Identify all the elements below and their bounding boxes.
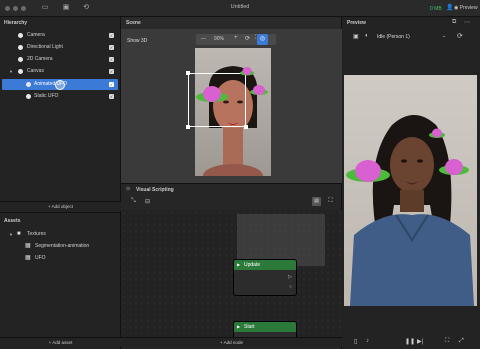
mobile-device-icon[interactable]: ▯ — [354, 338, 357, 345]
node-play-icon: ▶ — [237, 262, 241, 267]
resize-handle[interactable] — [244, 125, 248, 129]
reset-view-icon[interactable]: ⟳ — [245, 35, 250, 42]
resize-handle[interactable] — [186, 71, 190, 75]
camera-preview — [344, 75, 477, 306]
camera-icon — [18, 57, 23, 62]
visibility-checkbox[interactable]: ✓ — [109, 82, 114, 87]
person-video-icon[interactable]: ◐ — [365, 33, 369, 39]
size-status: 0 MB — [430, 6, 442, 12]
ufo-sprite-tiny — [240, 67, 254, 76]
visibility-checkbox[interactable]: ✓ — [109, 69, 114, 74]
asset-item-label: Textures — [27, 231, 46, 237]
visual-scripting-panel: ⊙ Visual Scripting ⤡ ⊟ ▤ ⛶ Update ▶ ▷ ○ … — [121, 183, 342, 349]
texture-icon: ▦ — [25, 243, 31, 249]
popout-icon[interactable]: ⧉ — [452, 19, 456, 26]
hierarchy-item-label: 2D Camera — [27, 56, 53, 62]
start-node-header: Start — [234, 322, 296, 332]
hierarchy-item-label: Canvas — [27, 68, 44, 74]
person-icon[interactable]: 👤 — [446, 4, 453, 11]
device-icon[interactable]: ▣ — [353, 33, 359, 40]
chevron-down-icon[interactable]: ⌄ — [442, 33, 446, 39]
pause-icon[interactable]: ❚❚ — [405, 338, 415, 345]
ufo-overlay-medium — [439, 159, 469, 175]
hierarchy-item-camera[interactable]: Camera ✓ — [2, 30, 118, 41]
image-icon — [26, 94, 31, 99]
scene-title: Scene — [126, 20, 141, 26]
ufo-overlay-small — [429, 128, 445, 138]
more-icon[interactable]: ⋯ — [464, 19, 470, 26]
resize-handle[interactable] — [186, 125, 190, 129]
preview-effect-select[interactable]: Idle (Person 1) — [377, 34, 410, 40]
visibility-checkbox[interactable]: ✓ — [109, 94, 114, 99]
hierarchy-item-animated-ufo[interactable]: Animated UFO ✓ — [2, 79, 118, 90]
expand-icon[interactable]: ⛶ — [326, 197, 335, 206]
cursor-indicator — [55, 80, 65, 90]
step-forward-icon[interactable]: ▶| — [417, 338, 423, 345]
assets-title: Assets — [4, 218, 21, 224]
preview-toolbar-button[interactable]: ◉ Preview — [454, 5, 478, 11]
hierarchy-item-directional-light[interactable]: Directional Light ✓ — [2, 42, 118, 53]
visual-scripting-title: Visual Scripting — [136, 187, 174, 193]
node-play-icon: ▶ — [237, 324, 241, 329]
chevron-down-icon[interactable]: ▼ — [9, 229, 13, 240]
asset-item-label: Segmentation-animation — [35, 243, 90, 249]
light-icon — [18, 45, 23, 50]
add-node-button[interactable]: + Add node — [121, 337, 342, 347]
hierarchy-panel: Hierarchy Camera ✓ Directional Light ✓ 2… — [0, 17, 121, 212]
title-bar: ▭ ▣ ⟲ Untitled 0 MB 👤 ◉ Preview — [0, 0, 480, 17]
visibility-checkbox[interactable]: ✓ — [109, 33, 114, 38]
zoom-in-button[interactable]: + — [234, 35, 238, 41]
ufo-sprite-small — [250, 85, 268, 95]
hierarchy-item-canvas[interactable]: ▼ Canvas ✓ — [2, 66, 118, 77]
assets-panel: Assets ▼ ■ Textures ▦ Segmentation-anima… — [0, 212, 121, 349]
fullscreen-icon[interactable]: ⤢ — [459, 338, 464, 345]
show-3d-toggle[interactable]: Show 3D — [127, 38, 147, 44]
add-object-button[interactable]: + Add object — [0, 201, 121, 211]
refresh-icon[interactable]: ⟳ — [457, 32, 463, 40]
zoom-out-button[interactable]: — — [201, 36, 206, 42]
visibility-checkbox[interactable]: ✓ — [109, 45, 114, 50]
asset-item-ufo[interactable]: ▦ UFO — [2, 253, 118, 264]
camera-icon — [18, 33, 23, 38]
asset-item-label: UFO — [35, 255, 46, 261]
chevron-icon[interactable]: ⊙ — [126, 186, 130, 192]
ufo-sprite-large — [196, 86, 228, 102]
ufo-overlay-large — [346, 160, 390, 182]
folder-icon: ■ — [17, 231, 21, 237]
asset-item-textures[interactable]: ▼ ■ Textures — [2, 229, 118, 240]
preview-title: Preview — [347, 20, 366, 26]
hierarchy-item-label: Directional Light — [27, 44, 63, 50]
update-node[interactable]: Update ▶ ▷ ○ — [233, 259, 297, 296]
canvas-icon — [18, 69, 23, 74]
preview-toolbar-label: Preview — [459, 5, 478, 11]
texture-icon: ▦ — [25, 255, 31, 261]
hierarchy-item-2d-camera[interactable]: 2D Camera ✓ — [2, 54, 118, 65]
music-note-icon[interactable]: ♪ — [366, 338, 369, 344]
comment-icon[interactable]: ⊟ — [145, 198, 150, 205]
hierarchy-item-label: Static UFO — [34, 93, 59, 99]
hierarchy-item-label: Camera — [27, 32, 45, 38]
camera-view-button[interactable]: ◎ — [257, 34, 268, 45]
add-asset-button[interactable]: + Add asset — [0, 337, 121, 347]
visibility-checkbox[interactable]: ✓ — [109, 57, 114, 62]
collapse-icon[interactable]: ⤡ — [131, 198, 136, 205]
image-icon — [26, 82, 31, 87]
crop-icon[interactable]: ⛶ — [445, 338, 449, 345]
asset-item-segmentation-animation[interactable]: ▦ Segmentation-animation — [2, 241, 118, 252]
window-title: Untitled — [230, 4, 250, 10]
hierarchy-title: Hierarchy — [4, 20, 28, 26]
chevron-down-icon[interactable]: ▼ — [9, 66, 13, 77]
zoom-level[interactable]: 90% — [214, 36, 224, 42]
scene-panel: Scene Show 3D — 90% + ⟳ ⛶ ◎ — [121, 17, 342, 183]
update-node-header: Update — [234, 260, 296, 270]
exec-out-port[interactable]: ▷ — [288, 274, 292, 280]
panel-layout-button[interactable]: ▤ — [312, 197, 321, 206]
preview-panel: Preview ⧉ ⋯ ▣ ◐ Idle (Person 1) ⌄ ⟳ ▯ ♪ … — [342, 17, 480, 349]
data-out-port[interactable]: ○ — [289, 284, 292, 290]
hierarchy-item-static-ufo[interactable]: Static UFO ✓ — [2, 91, 118, 102]
